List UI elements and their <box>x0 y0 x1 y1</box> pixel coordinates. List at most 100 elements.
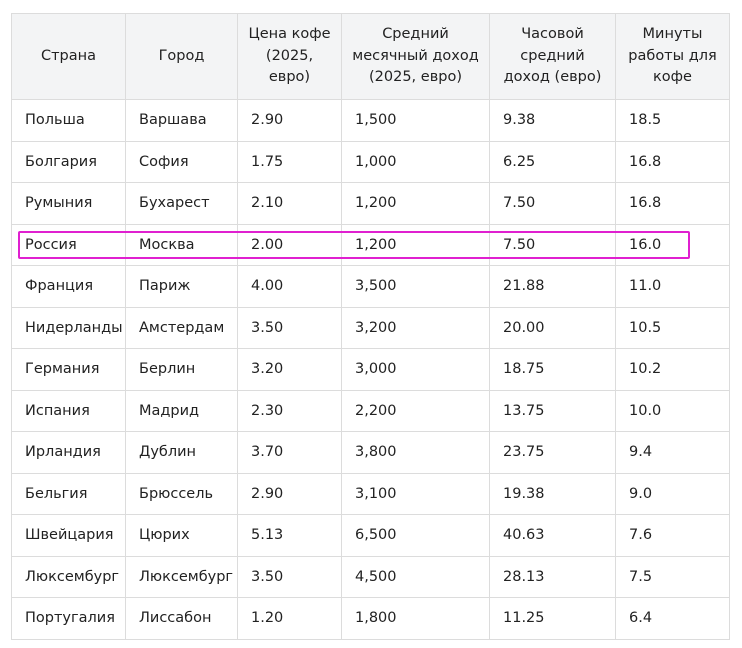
cell-city: Лиссабон <box>125 597 238 640</box>
cell-city: Берлин <box>125 348 238 391</box>
cell-monthly-income: 3,000 <box>341 348 490 391</box>
cell-hourly-income: 19.38 <box>489 472 616 515</box>
table-row: Германия Берлин 3.20 3,000 18.75 10.2 <box>11 348 730 391</box>
table-row: Португалия Лиссабон 1.20 1,800 11.25 6.4 <box>11 597 730 640</box>
cell-monthly-income: 1,200 <box>341 182 490 225</box>
cell-city: Амстердам <box>125 306 238 349</box>
cell-coffee-price: 2.90 <box>237 472 342 515</box>
cell-monthly-income: 2,200 <box>341 389 490 432</box>
cell-monthly-income: 6,500 <box>341 514 490 557</box>
table-row: Бельгия Брюссель 2.90 3,100 19.38 9.0 <box>11 472 730 515</box>
cell-coffee-price: 1.20 <box>237 597 342 640</box>
cell-country: Франция <box>11 265 126 308</box>
cell-country: Испания <box>11 389 126 432</box>
cell-minutes: 16.8 <box>615 140 730 183</box>
cell-monthly-income: 4,500 <box>341 555 490 598</box>
cell-hourly-income: 11.25 <box>489 597 616 640</box>
table-row: Польша Варшава 2.90 1,500 9.38 18.5 <box>11 99 730 142</box>
table-row: Румыния Бухарест 2.10 1,200 7.50 16.8 <box>11 182 730 225</box>
cell-coffee-price: 2.00 <box>237 223 342 266</box>
cell-country: Швейцария <box>11 514 126 557</box>
cell-coffee-price: 1.75 <box>237 140 342 183</box>
cell-minutes: 9.4 <box>615 431 730 474</box>
table-row: Испания Мадрид 2.30 2,200 13.75 10.0 <box>11 389 730 432</box>
header-country: Страна <box>11 13 126 100</box>
table-row: Россия Москва 2.00 1,200 7.50 16.0 <box>11 223 730 266</box>
table-row: Люксембург Люксембург 3.50 4,500 28.13 7.5 <box>11 555 730 598</box>
cell-minutes: 10.5 <box>615 306 730 349</box>
cell-hourly-income: 7.50 <box>489 223 616 266</box>
cell-minutes: 10.2 <box>615 348 730 391</box>
cell-coffee-price: 3.50 <box>237 306 342 349</box>
cell-hourly-income: 40.63 <box>489 514 616 557</box>
cell-coffee-price: 2.30 <box>237 389 342 432</box>
cell-hourly-income: 9.38 <box>489 99 616 142</box>
cell-city: Цюрих <box>125 514 238 557</box>
cell-hourly-income: 23.75 <box>489 431 616 474</box>
cell-coffee-price: 2.10 <box>237 182 342 225</box>
cell-country: Германия <box>11 348 126 391</box>
cell-country: Нидерланды <box>11 306 126 349</box>
cell-coffee-price: 4.00 <box>237 265 342 308</box>
cell-city: Бухарест <box>125 182 238 225</box>
cell-monthly-income: 3,800 <box>341 431 490 474</box>
table-header-row: Страна Город Цена кофе (2025, евро) Сред… <box>11 13 730 100</box>
header-minutes-for-coffee: Минуты работы для кофе <box>615 13 730 100</box>
cell-minutes: 18.5 <box>615 99 730 142</box>
cell-monthly-income: 3,200 <box>341 306 490 349</box>
cell-monthly-income: 3,100 <box>341 472 490 515</box>
cell-city: София <box>125 140 238 183</box>
table-row: Ирландия Дублин 3.70 3,800 23.75 9.4 <box>11 431 730 474</box>
header-city: Город <box>125 13 238 100</box>
cell-coffee-price: 2.90 <box>237 99 342 142</box>
cell-minutes: 9.0 <box>615 472 730 515</box>
cell-coffee-price: 5.13 <box>237 514 342 557</box>
cell-country: Румыния <box>11 182 126 225</box>
cell-minutes: 6.4 <box>615 597 730 640</box>
cell-country: Бельгия <box>11 472 126 515</box>
coffee-price-table: Страна Город Цена кофе (2025, евро) Сред… <box>11 13 730 640</box>
cell-country: Ирландия <box>11 431 126 474</box>
cell-minutes: 16.0 <box>615 223 730 266</box>
cell-monthly-income: 1,800 <box>341 597 490 640</box>
cell-hourly-income: 7.50 <box>489 182 616 225</box>
cell-monthly-income: 1,500 <box>341 99 490 142</box>
cell-hourly-income: 20.00 <box>489 306 616 349</box>
cell-hourly-income: 6.25 <box>489 140 616 183</box>
cell-hourly-income: 21.88 <box>489 265 616 308</box>
header-monthly-income: Средний месячный доход (2025, евро) <box>341 13 490 100</box>
cell-minutes: 7.5 <box>615 555 730 598</box>
cell-coffee-price: 3.50 <box>237 555 342 598</box>
cell-monthly-income: 1,200 <box>341 223 490 266</box>
cell-city: Дублин <box>125 431 238 474</box>
header-coffee-price: Цена кофе (2025, евро) <box>237 13 342 100</box>
cell-monthly-income: 3,500 <box>341 265 490 308</box>
cell-minutes: 10.0 <box>615 389 730 432</box>
cell-country: Польша <box>11 99 126 142</box>
cell-coffee-price: 3.20 <box>237 348 342 391</box>
cell-coffee-price: 3.70 <box>237 431 342 474</box>
cell-country: Португалия <box>11 597 126 640</box>
table-body: Польша Варшава 2.90 1,500 9.38 18.5 Болгария Со… <box>11 99 730 640</box>
table-row: Франция Париж 4.00 3,500 21.88 11.0 <box>11 265 730 308</box>
table-row: Швейцария Цюрих 5.13 6,500 40.63 7.6 <box>11 514 730 557</box>
cell-minutes: 16.8 <box>615 182 730 225</box>
cell-city: Москва <box>125 223 238 266</box>
table-row: Нидерланды Амстердам 3.50 3,200 20.00 10.5 <box>11 306 730 349</box>
cell-monthly-income: 1,000 <box>341 140 490 183</box>
cell-city: Париж <box>125 265 238 308</box>
cell-city: Варшава <box>125 99 238 142</box>
data-table-container: Страна Город Цена кофе (2025, евро) Сред… <box>11 13 730 640</box>
cell-country: Болгария <box>11 140 126 183</box>
cell-hourly-income: 18.75 <box>489 348 616 391</box>
cell-city: Мадрид <box>125 389 238 432</box>
cell-minutes: 11.0 <box>615 265 730 308</box>
cell-city: Брюссель <box>125 472 238 515</box>
table-row: Болгария София 1.75 1,000 6.25 16.8 <box>11 140 730 183</box>
cell-hourly-income: 28.13 <box>489 555 616 598</box>
cell-minutes: 7.6 <box>615 514 730 557</box>
cell-country: Люксембург <box>11 555 126 598</box>
header-hourly-income: Часовой средний доход (евро) <box>489 13 616 100</box>
cell-city: Люксембург <box>125 555 238 598</box>
cell-hourly-income: 13.75 <box>489 389 616 432</box>
